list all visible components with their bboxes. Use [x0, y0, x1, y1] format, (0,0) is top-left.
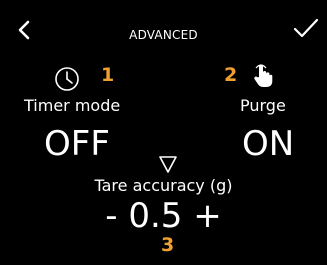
tare-accuracy-value: 0.5 — [128, 196, 183, 236]
checkmark-icon — [293, 18, 319, 38]
triangle-down-icon — [158, 154, 178, 174]
purge-label: Purge — [240, 96, 286, 115]
touch-hand-icon — [252, 63, 274, 89]
tare-accuracy-control: - 0.5 + — [0, 196, 327, 236]
increment-button[interactable]: + — [193, 196, 222, 236]
step-badge-1: 1 — [101, 64, 115, 86]
clock-icon — [54, 66, 80, 92]
step-badge-3: 3 — [161, 234, 175, 256]
purge-value[interactable]: ON — [242, 124, 294, 164]
page-title: ADVANCED — [129, 28, 198, 42]
decrement-button[interactable]: - — [105, 196, 117, 236]
timer-mode-label: Timer mode — [24, 96, 121, 115]
advanced-settings-screen: ADVANCED 1 2 Timer mode OFF Purge ON Tar… — [0, 0, 327, 265]
timer-mode-value[interactable]: OFF — [44, 124, 110, 164]
confirm-button[interactable] — [292, 16, 320, 42]
step-badge-2: 2 — [224, 64, 238, 86]
tare-accuracy-label: Tare accuracy (g) — [94, 176, 233, 195]
